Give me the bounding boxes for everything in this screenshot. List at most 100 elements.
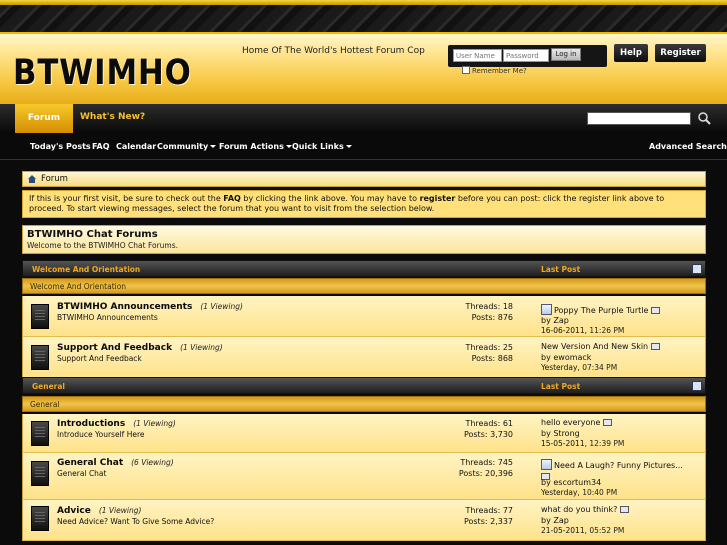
top-decorative-strip (0, 0, 727, 34)
category-subtitle: General (22, 396, 706, 412)
forum-stats: Threads: 18 Posts: 876 (465, 301, 513, 323)
register-button[interactable]: Register (655, 44, 706, 62)
last-post-date: 16-06-2011, 11:26 PM (541, 326, 624, 335)
last-post-day: Yesterday, (541, 363, 580, 372)
category-name[interactable]: General (32, 382, 65, 391)
forum-description: General Chat (57, 469, 107, 478)
forum-row-title[interactable]: Support And Feedback (1 Viewing) (57, 343, 223, 353)
posts-count: Posts: 876 (471, 313, 513, 322)
last-post-author[interactable]: by ewomack (541, 353, 591, 362)
last-post-author[interactable]: by Zap (541, 316, 569, 325)
threads-count: Threads: 745 (460, 458, 513, 467)
forum-row-title[interactable]: BTWIMHO Announcements (1 Viewing) (57, 302, 243, 312)
home-icon[interactable] (27, 174, 37, 184)
chevron-down-icon (285, 145, 292, 148)
menu-quick-links[interactable]: Quick Links (292, 142, 352, 151)
forum-stats: Threads: 77 Posts: 2,337 (464, 505, 513, 527)
breadcrumb-forum[interactable]: Forum (41, 174, 68, 184)
forum-status-icon (31, 506, 49, 531)
menu-quick-links-label: Quick Links (292, 142, 344, 151)
forum-row: Advice (1 Viewing) Need Advice? Want To G… (22, 500, 706, 541)
go-to-post-icon[interactable] (651, 343, 661, 350)
last-post-link[interactable]: New Version And New Skin (541, 342, 648, 351)
last-post-date: 21-05-2011, 05:52 PM (541, 526, 624, 535)
last-post-time: 11:26 PM (589, 326, 625, 335)
last-post-link[interactable]: Need A Laugh? Funny Pictures... (554, 461, 683, 470)
link-calendar[interactable]: Calendar (116, 142, 156, 151)
tab-forum[interactable]: Forum (15, 104, 73, 133)
collapse-icon[interactable] (692, 264, 702, 274)
last-post-date: Yesterday, 10:40 PM (541, 488, 617, 497)
notice-faq-link[interactable]: FAQ (223, 194, 241, 203)
link-todays-posts[interactable]: Today's Posts (30, 142, 91, 151)
main-navbar: Forum What's New? (0, 104, 727, 134)
help-button[interactable]: Help (614, 44, 648, 62)
notice-text: by clicking the link above. You may have… (240, 194, 420, 203)
viewing-count: (1 Viewing) (200, 302, 243, 311)
chevron-down-icon (345, 145, 352, 148)
go-to-post-icon[interactable] (651, 307, 661, 314)
checkbox-icon[interactable] (462, 66, 470, 74)
remember-me-checkbox[interactable]: Remember Me? (462, 66, 527, 75)
last-post-time: 10:40 PM (582, 488, 618, 497)
forum-row-title[interactable]: Introductions (1 Viewing) (57, 419, 176, 429)
forum-description: Introduce Yourself Here (57, 430, 145, 439)
category-name[interactable]: Welcome And Orientation (32, 265, 140, 274)
last-post-author[interactable]: by escortum34 (541, 478, 601, 487)
go-to-post-icon[interactable] (603, 419, 613, 426)
menu-community[interactable]: Community (157, 142, 217, 151)
last-post-title[interactable]: Poppy The Purple Turtle (541, 304, 661, 315)
site-logo[interactable]: BTWIMHO (13, 53, 192, 93)
search-icon[interactable] (697, 111, 711, 125)
password-input[interactable] (503, 49, 549, 62)
link-faq[interactable]: FAQ (92, 142, 110, 151)
forum-row-title[interactable]: Advice (1 Viewing) (57, 506, 141, 516)
notice-register-link[interactable]: register (420, 194, 456, 203)
category-subtitle: Welcome And Orientation (22, 278, 706, 294)
go-to-post-icon[interactable] (620, 506, 630, 513)
viewing-count: (6 Viewing) (131, 458, 174, 467)
category-subtitle-text: General (30, 400, 60, 409)
threads-count: Threads: 25 (465, 343, 513, 352)
menu-community-label: Community (157, 142, 209, 151)
last-post-title[interactable]: what do you think? (541, 505, 630, 514)
sub-navbar: Today's Posts FAQ Calendar Community For… (0, 134, 727, 160)
search-input[interactable] (587, 112, 691, 125)
tab-whats-new[interactable]: What's New? (80, 112, 145, 122)
last-post-link[interactable]: hello everyone (541, 418, 600, 427)
forum-link[interactable]: BTWIMHO Announcements (57, 302, 192, 312)
forum-link[interactable]: Support And Feedback (57, 343, 172, 353)
last-post-column: Last Post (541, 382, 581, 391)
forum-row-title[interactable]: General Chat (6 Viewing) (57, 458, 174, 468)
remember-me-label: Remember Me? (472, 67, 527, 75)
forum-status-icon (31, 421, 49, 446)
last-post-date: Yesterday, 07:34 PM (541, 363, 617, 372)
post-icon (541, 459, 552, 470)
link-advanced-search[interactable]: Advanced Search (649, 142, 727, 151)
last-post-author[interactable]: by Zap (541, 516, 569, 525)
category-header: Welcome And Orientation Last Post (22, 260, 706, 277)
forum-link[interactable]: Advice (57, 506, 91, 516)
posts-count: Posts: 2,337 (463, 517, 513, 526)
last-post-title[interactable]: hello everyone (541, 418, 613, 427)
last-post-link[interactable]: what do you think? (541, 505, 617, 514)
last-post-author[interactable]: by Strong (541, 429, 580, 438)
forum-link[interactable]: General Chat (57, 458, 123, 468)
threads-count: Threads: 61 (465, 419, 513, 428)
last-post-link[interactable]: Poppy The Purple Turtle (554, 306, 648, 315)
last-post-day: 15-05-2011, (541, 439, 587, 448)
last-post-time: 12:39 PM (589, 439, 625, 448)
category-subtitle-text: Welcome And Orientation (30, 282, 127, 291)
forum-link[interactable]: Introductions (57, 419, 125, 429)
menu-forum-actions[interactable]: Forum Actions (219, 142, 292, 151)
last-post-date: 15-05-2011, 12:39 PM (541, 439, 624, 448)
username-input[interactable] (453, 49, 502, 62)
collapse-icon[interactable] (692, 381, 702, 391)
last-post-title[interactable]: New Version And New Skin (541, 342, 661, 351)
forum-stats: Threads: 61 Posts: 3,730 (464, 418, 513, 440)
last-post-day: 16-06-2011, (541, 326, 587, 335)
posts-count: Posts: 868 (471, 354, 513, 363)
viewing-count: (1 Viewing) (180, 343, 223, 352)
login-button[interactable]: Log in (551, 48, 581, 61)
site-tagline: Home Of The World's Hottest Forum Cop (242, 46, 425, 56)
